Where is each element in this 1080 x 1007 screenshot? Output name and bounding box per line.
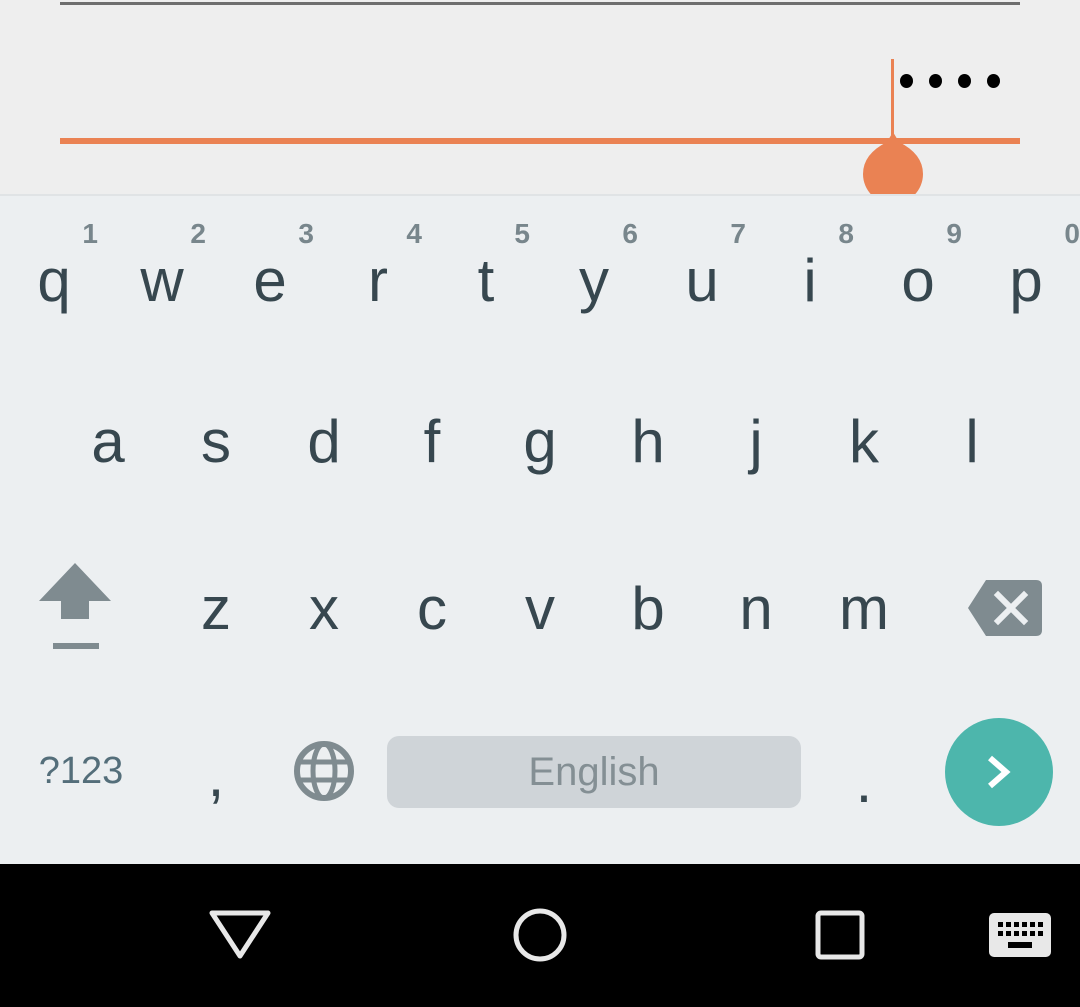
navigation-bar <box>0 864 1080 1007</box>
next-key[interactable] <box>945 718 1053 826</box>
key-d[interactable]: d <box>270 391 378 491</box>
shift-arrow-icon <box>39 563 111 649</box>
key-letter: s <box>201 407 231 475</box>
key-m[interactable]: m <box>810 558 918 658</box>
ime-switch-button[interactable] <box>980 900 1060 970</box>
comma-key[interactable]: , <box>162 721 270 821</box>
key-letter: j <box>749 407 763 475</box>
key-hint: 1 <box>82 218 98 249</box>
key-n[interactable]: n <box>702 558 810 658</box>
key-i[interactable]: i8 <box>756 216 864 316</box>
key-p[interactable]: p0 <box>972 216 1080 316</box>
key-hint: 7 <box>730 218 746 249</box>
key-r[interactable]: r4 <box>324 216 432 316</box>
space-key[interactable]: English <box>387 736 801 808</box>
key-letter: w <box>140 246 184 314</box>
key-f[interactable]: f <box>378 391 486 491</box>
key-letter: q <box>37 246 71 314</box>
password-dot <box>900 74 913 88</box>
key-w[interactable]: w2 <box>108 216 216 316</box>
key-letter: k <box>849 407 879 475</box>
keyboard-icon <box>989 913 1051 957</box>
key-letter: v <box>525 574 555 642</box>
password-mask <box>900 74 1000 88</box>
delete-key[interactable] <box>950 558 1060 658</box>
key-letter: y <box>579 246 609 314</box>
key-letter: m <box>839 574 889 642</box>
form-area <box>0 0 1080 204</box>
key-h[interactable]: h <box>594 391 702 491</box>
password-dot <box>987 74 1000 88</box>
key-letter: b <box>631 574 665 642</box>
key-o[interactable]: o9 <box>864 216 972 316</box>
key-hint: 2 <box>190 218 206 249</box>
key-letter: h <box>631 407 665 475</box>
password-dot <box>929 74 942 88</box>
key-z[interactable]: z <box>162 558 270 658</box>
backspace-icon <box>968 580 1042 636</box>
language-key[interactable] <box>270 721 378 821</box>
key-letter: g <box>523 407 557 475</box>
key-l[interactable]: l <box>918 391 1026 491</box>
text-cursor <box>891 59 894 135</box>
key-k[interactable]: k <box>810 391 918 491</box>
comma-label: , <box>207 741 225 809</box>
key-hint: 6 <box>622 218 638 249</box>
key-hint: 5 <box>514 218 530 249</box>
symbols-key[interactable]: ?123 <box>26 721 136 821</box>
space-label: English <box>528 749 660 794</box>
key-letter: x <box>309 574 339 642</box>
key-letter: z <box>201 574 231 642</box>
password-dot <box>958 74 971 88</box>
home-button[interactable] <box>500 900 580 970</box>
key-letter: c <box>417 574 447 642</box>
key-t[interactable]: t5 <box>432 216 540 316</box>
recents-square-icon <box>815 910 865 960</box>
key-c[interactable]: c <box>378 558 486 658</box>
key-u[interactable]: u7 <box>648 216 756 316</box>
key-y[interactable]: y6 <box>540 216 648 316</box>
soft-keyboard: q1 w2 e3 r4 t5 y6 u7 i8 o9 p0 a s d f g … <box>0 194 1080 864</box>
key-letter: e <box>253 246 287 314</box>
key-v[interactable]: v <box>486 558 594 658</box>
key-hint: 0 <box>1064 218 1080 249</box>
key-j[interactable]: j <box>702 391 810 491</box>
home-circle-icon <box>513 908 567 962</box>
key-letter: d <box>307 407 341 475</box>
screen: q1 w2 e3 r4 t5 y6 u7 i8 o9 p0 a s d f g … <box>0 0 1080 1007</box>
key-b[interactable]: b <box>594 558 702 658</box>
shift-key[interactable] <box>20 558 130 658</box>
key-letter: o <box>901 246 935 314</box>
key-letter: r <box>368 246 388 314</box>
key-letter: f <box>423 407 441 475</box>
back-button[interactable] <box>200 900 280 970</box>
key-g[interactable]: g <box>486 391 594 491</box>
period-key[interactable]: . <box>810 721 918 821</box>
key-q[interactable]: q1 <box>0 216 108 316</box>
key-hint: 4 <box>406 218 422 249</box>
key-letter: l <box>965 407 979 475</box>
globe-icon <box>294 741 354 801</box>
key-a[interactable]: a <box>54 391 162 491</box>
key-s[interactable]: s <box>162 391 270 491</box>
period-label: . <box>855 747 873 815</box>
previous-field-underline <box>60 2 1020 5</box>
key-e[interactable]: e3 <box>216 216 324 316</box>
key-letter: t <box>477 246 495 314</box>
key-letter: i <box>803 246 817 314</box>
key-letter: a <box>91 407 125 475</box>
chevron-right-icon <box>988 755 1011 789</box>
key-hint: 9 <box>946 218 962 249</box>
key-letter: p <box>1009 246 1043 314</box>
key-x[interactable]: x <box>270 558 378 658</box>
key-hint: 8 <box>838 218 854 249</box>
symbols-label: ?123 <box>38 749 124 792</box>
key-letter: u <box>685 246 719 314</box>
key-hint: 3 <box>298 218 314 249</box>
key-letter: n <box>739 574 773 642</box>
back-triangle-icon <box>209 910 271 959</box>
recents-button[interactable] <box>800 900 880 970</box>
